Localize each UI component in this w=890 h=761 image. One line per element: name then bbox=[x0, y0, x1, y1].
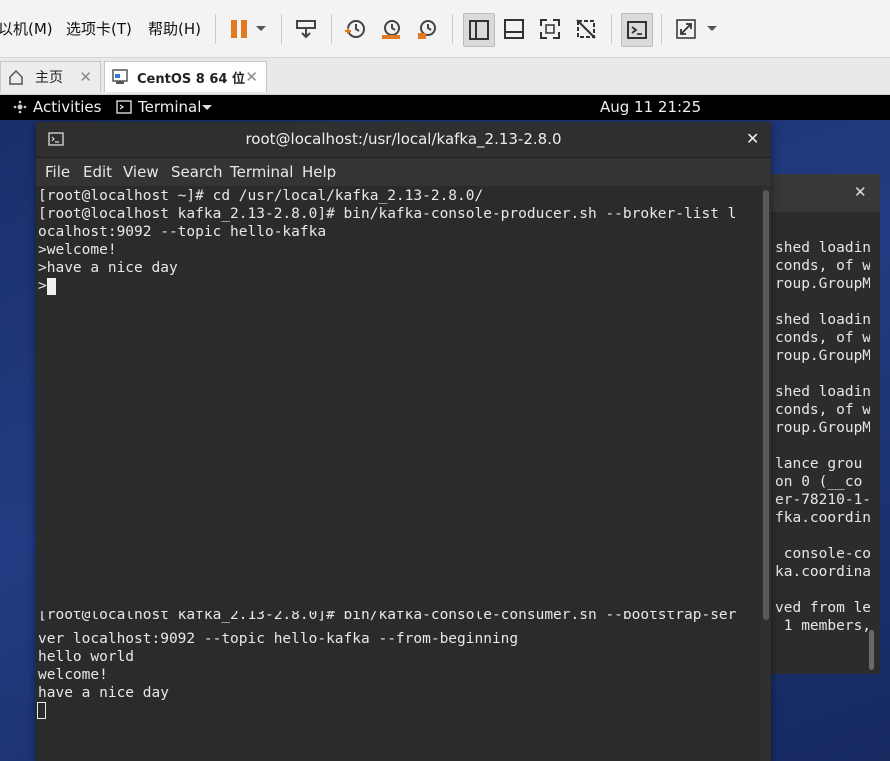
background-terminal-line: ka.coordina bbox=[775, 564, 870, 580]
activities-button[interactable]: Activities bbox=[33, 98, 101, 116]
menu-search[interactable]: Search bbox=[171, 163, 223, 181]
clock[interactable]: Aug 11 21:25 bbox=[600, 98, 701, 116]
vm-icon bbox=[112, 69, 128, 84]
menu-help[interactable]: 帮助(H) bbox=[148, 18, 201, 39]
chevron-down-icon[interactable] bbox=[250, 13, 272, 45]
close-icon[interactable]: ✕ bbox=[746, 129, 759, 148]
menu-view[interactable]: View bbox=[123, 163, 159, 181]
chevron-down-icon bbox=[202, 105, 212, 110]
background-terminal-line: console-co bbox=[775, 546, 870, 562]
terminal-line: ocalhost:9092 --topic hello-kafka bbox=[38, 224, 327, 240]
chevron-down-icon[interactable] bbox=[701, 13, 723, 45]
consumer-clipped-line: [root@localhost kafka_2.13-2.8.0]# bin/k… bbox=[36, 611, 760, 627]
terminal-app-icon bbox=[116, 100, 132, 114]
full-screen-icon[interactable] bbox=[535, 13, 565, 45]
menu-help[interactable]: Help bbox=[302, 163, 336, 181]
tab-home[interactable]: 主页 ✕ bbox=[0, 61, 101, 92]
snapshot-icon[interactable] bbox=[340, 13, 370, 45]
menu-tabs[interactable]: 选项卡(T) bbox=[66, 18, 132, 39]
terminal-line: welcome! bbox=[38, 667, 108, 683]
toolbar-separator bbox=[611, 14, 612, 44]
text-cursor bbox=[37, 702, 46, 719]
gnome-top-bar: Activities Terminal Aug 11 21:25 bbox=[0, 95, 890, 120]
toolbar-separator bbox=[215, 14, 216, 44]
tab-centos[interactable]: CentOS 8 64 位 ✕ bbox=[104, 61, 267, 92]
background-terminal-line: ved from le bbox=[775, 600, 870, 616]
background-terminal-line: conds, of w bbox=[775, 402, 870, 418]
background-terminal-line: shed loadin bbox=[775, 384, 870, 400]
terminal-line: [root@localhost kafka_2.13-2.8.0]# bin/k… bbox=[38, 611, 737, 623]
home-icon bbox=[9, 69, 23, 85]
scrollbar-thumb[interactable] bbox=[763, 190, 769, 620]
background-terminal-line: roup.GroupM bbox=[775, 348, 870, 364]
stretch-guest-icon[interactable] bbox=[671, 13, 701, 45]
close-icon[interactable]: ✕ bbox=[79, 68, 92, 86]
unity-mode-icon[interactable] bbox=[571, 13, 601, 45]
terminal-titlebar[interactable]: root@localhost:/usr/local/kafka_2.13-2.8… bbox=[36, 122, 771, 158]
terminal-line: [root@localhost ~]# cd /usr/local/kafka_… bbox=[38, 188, 484, 204]
menu-edit[interactable]: Edit bbox=[83, 163, 112, 181]
terminal-line: > bbox=[38, 278, 47, 294]
send-ctrl-alt-del-icon[interactable] bbox=[291, 13, 321, 45]
toolbar-separator bbox=[281, 14, 282, 44]
terminal-line: have a nice day bbox=[38, 685, 169, 701]
toolbar-separator bbox=[452, 14, 453, 44]
terminal-menubar: File Edit View Search Terminal Help bbox=[36, 158, 771, 186]
background-terminal-scrollbar[interactable] bbox=[869, 630, 874, 670]
background-terminal-line: roup.GroupM bbox=[775, 420, 870, 436]
background-terminal-line: shed loadin bbox=[775, 312, 870, 328]
snapshot-manager-icon[interactable] bbox=[412, 13, 442, 45]
terminal-line: >have a nice day bbox=[38, 260, 178, 276]
menu-terminal[interactable]: Terminal bbox=[230, 163, 293, 181]
terminal-line: ver localhost:9092 --topic hello-kafka -… bbox=[38, 631, 519, 647]
toolbar-separator bbox=[661, 14, 662, 44]
terminal-line: hello world bbox=[38, 649, 135, 665]
toolbar-separator bbox=[331, 14, 332, 44]
menu-vm[interactable]: 以机(M) bbox=[0, 18, 53, 39]
terminal-line: >welcome! bbox=[38, 242, 117, 258]
revert-snapshot-icon[interactable] bbox=[376, 13, 406, 45]
app-menu-button[interactable]: Terminal bbox=[138, 98, 201, 116]
background-terminal-line: conds, of w bbox=[775, 258, 870, 274]
terminal-title: root@localhost:/usr/local/kafka_2.13-2.8… bbox=[245, 130, 562, 148]
background-terminal-line: on 0 (__co bbox=[775, 474, 863, 490]
vmware-tab-bar: 主页 ✕ CentOS 8 64 位 ✕ bbox=[0, 58, 890, 95]
tab-home-label: 主页 bbox=[35, 70, 63, 86]
background-terminal-line: fka.coordin bbox=[775, 510, 870, 526]
background-terminal-line: er-78210-1- bbox=[775, 492, 870, 508]
console-view-icon[interactable] bbox=[621, 13, 653, 47]
activities-icon bbox=[13, 100, 27, 114]
background-terminal-line: shed loadin bbox=[775, 240, 870, 256]
terminal-line: [root@localhost kafka_2.13-2.8.0]# bin/k… bbox=[38, 206, 737, 222]
menu-file[interactable]: File bbox=[45, 163, 70, 181]
thumbnail-bar-icon[interactable] bbox=[499, 13, 529, 45]
background-terminal-line: conds, of w bbox=[775, 330, 870, 346]
background-terminal-line: roup.GroupM bbox=[775, 276, 870, 292]
close-icon[interactable]: ✕ bbox=[854, 183, 867, 201]
vmware-toolbar: 以机(M) 选项卡(T) 帮助(H) bbox=[0, 0, 890, 58]
tab-centos-label: CentOS 8 64 位 bbox=[137, 71, 245, 87]
background-terminal-line: 1 members, bbox=[775, 618, 870, 634]
close-icon[interactable]: ✕ bbox=[245, 68, 258, 86]
text-cursor bbox=[47, 278, 56, 295]
show-library-icon[interactable] bbox=[463, 13, 495, 47]
background-terminal-line: lance grou bbox=[775, 456, 863, 472]
